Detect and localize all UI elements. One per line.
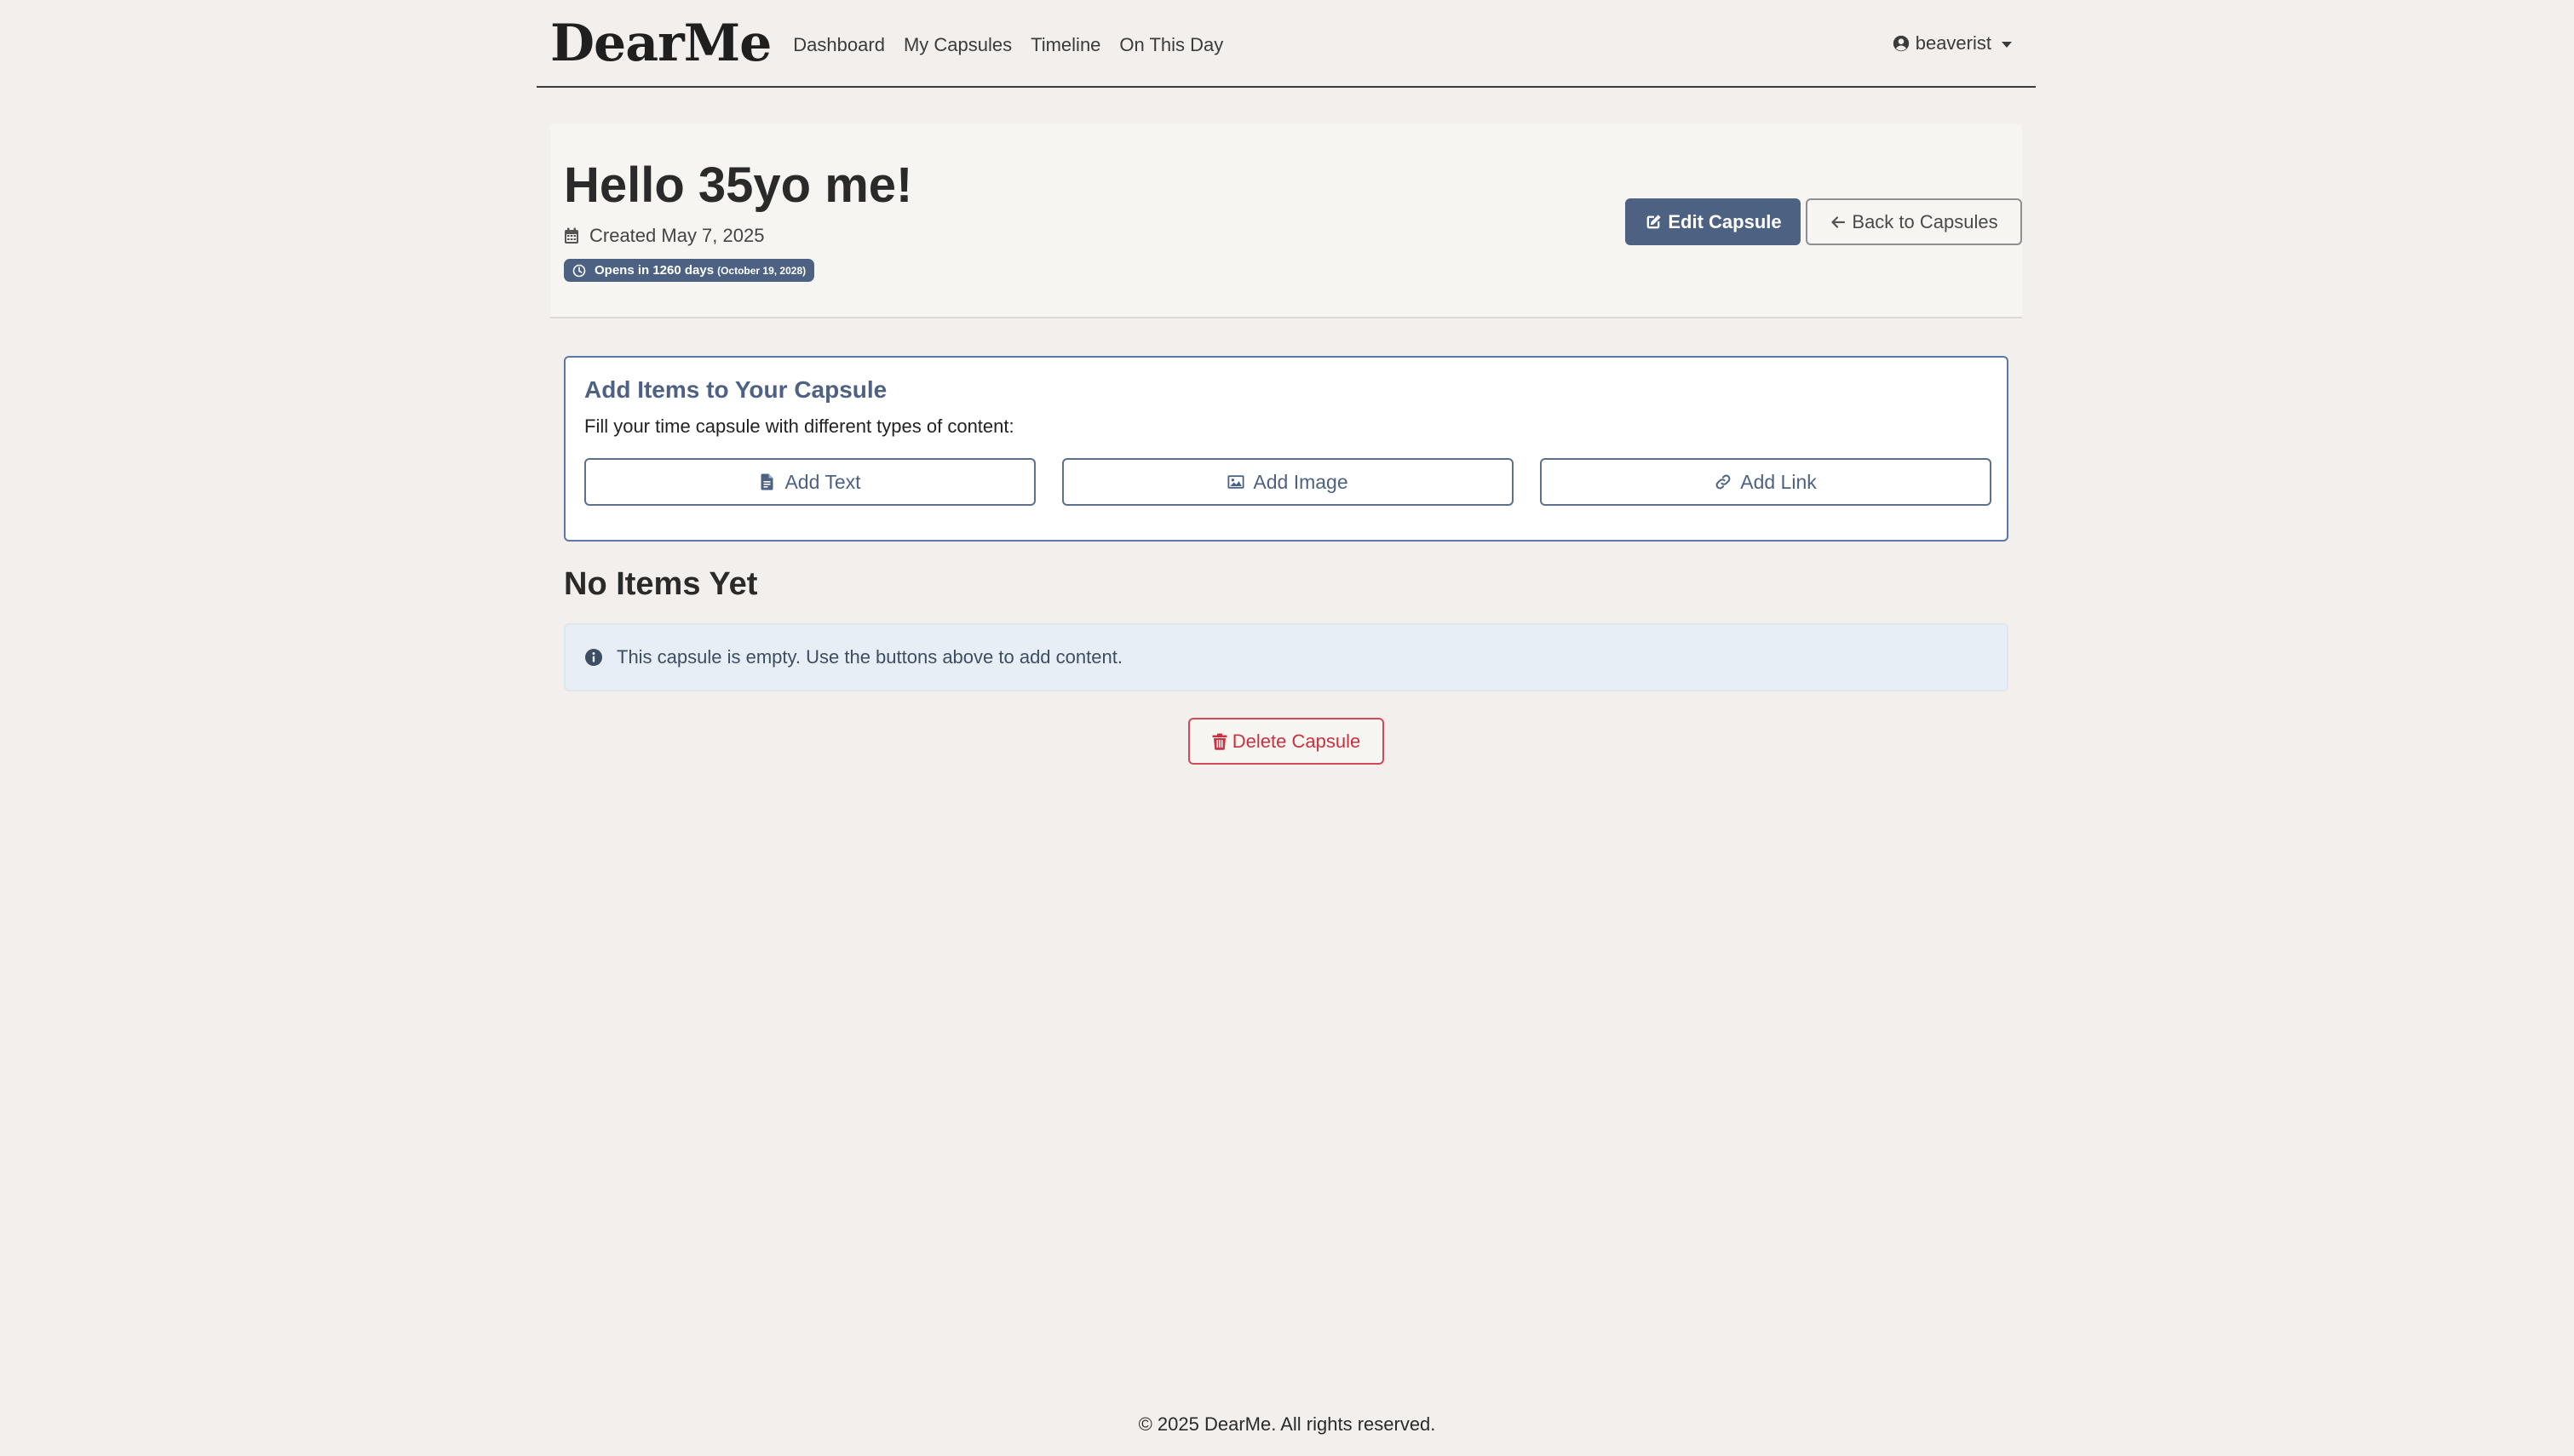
top-navbar: DearMe Dashboard My Capsules Timeline On… — [537, 0, 2036, 88]
image-icon — [1227, 475, 1244, 489]
add-items-description: Fill your time capsule with different ty… — [584, 416, 1014, 437]
nav-link-on-this-day[interactable]: On This Day — [1119, 34, 1223, 56]
no-items-heading: No Items Yet — [564, 566, 758, 602]
user-circle-icon — [1893, 35, 1909, 52]
nav-link-dashboard[interactable]: Dashboard — [793, 34, 885, 56]
page-footer: © 2025 DearMe. All rights reserved. — [1138, 1413, 1436, 1435]
empty-capsule-alert: This capsule is empty. Use the buttons a… — [564, 623, 2008, 691]
add-link-button[interactable]: Add Link — [1540, 458, 1991, 506]
add-text-label: Add Text — [784, 470, 861, 493]
empty-capsule-message: This capsule is empty. Use the buttons a… — [617, 646, 1123, 668]
username-label: beaverist — [1915, 32, 1991, 54]
page-title: Hello 35yo me! — [564, 158, 913, 213]
info-circle-icon — [585, 649, 602, 666]
arrow-left-icon — [1831, 215, 1846, 228]
back-to-capsules-button[interactable]: Back to Capsules — [1806, 198, 2022, 245]
trash-icon — [1212, 733, 1227, 750]
delete-capsule-label: Delete Capsule — [1232, 730, 1361, 752]
add-image-label: Add Image — [1253, 470, 1348, 493]
opens-badge: Opens in 1260 days (October 19, 2028) — [564, 259, 815, 282]
nav-links: Dashboard My Capsules Timeline On This D… — [793, 34, 1242, 56]
created-date: Created May 7, 2025 — [564, 225, 764, 247]
app-container: DearMe Dashboard My Capsules Timeline On… — [537, 0, 2036, 765]
brand-logo[interactable]: DearMe — [550, 14, 772, 73]
add-items-card: Add Items to Your Capsule Fill your time… — [564, 356, 2008, 542]
edit-icon — [1647, 214, 1661, 228]
user-menu-dropdown[interactable]: beaverist — [1892, 32, 2012, 54]
link-icon — [1715, 474, 1731, 490]
edit-capsule-button[interactable]: Edit Capsule — [1625, 198, 1801, 245]
delete-capsule-button[interactable]: Delete Capsule — [1188, 718, 1384, 765]
add-text-button[interactable]: Add Text — [584, 458, 1036, 506]
chevron-down-icon — [2002, 41, 2012, 48]
calendar-icon — [565, 227, 578, 244]
nav-link-timeline[interactable]: Timeline — [1031, 34, 1100, 56]
add-items-heading: Add Items to Your Capsule — [584, 376, 888, 403]
file-text-icon — [761, 473, 773, 490]
opens-date: (October 19, 2028) — [717, 264, 807, 277]
add-link-label: Add Link — [1740, 470, 1817, 493]
opens-countdown: Opens in 1260 days — [595, 263, 715, 278]
capsule-header: Hello 35yo me! Created May 7, 2025 Opens… — [550, 124, 2022, 318]
created-date-text: Created May 7, 2025 — [589, 225, 765, 246]
edit-capsule-label: Edit Capsule — [1668, 210, 1782, 232]
back-to-capsules-label: Back to Capsules — [1852, 210, 1998, 232]
add-image-button[interactable]: Add Image — [1062, 458, 1514, 506]
nav-link-my-capsules[interactable]: My Capsules — [904, 34, 1012, 56]
clock-icon — [572, 264, 586, 277]
